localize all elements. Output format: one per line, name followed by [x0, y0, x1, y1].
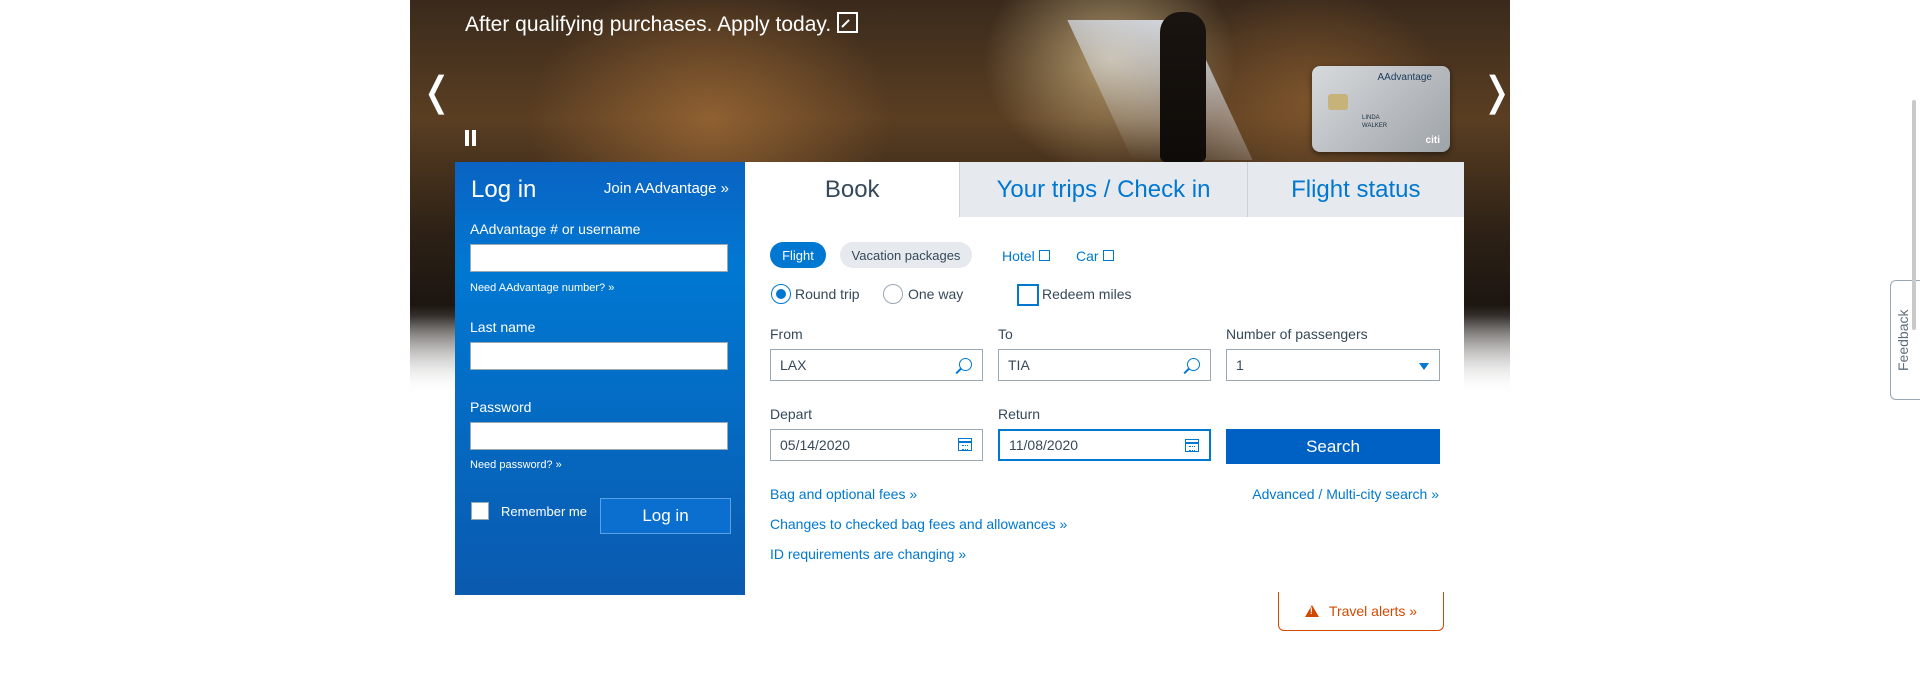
car-link[interactable]: Car — [1076, 248, 1114, 264]
depart-input[interactable]: 05/14/2020 — [770, 429, 983, 461]
carousel-next-button[interactable]: ❭ — [1480, 72, 1514, 112]
credit-card-image: AAdvantage LINDA WALKER citi — [1312, 66, 1450, 152]
calendar-icon[interactable] — [958, 438, 972, 451]
id-requirements-link[interactable]: ID requirements are changing » — [770, 546, 966, 562]
passengers-label: Number of passengers — [1226, 326, 1368, 342]
password-input[interactable] — [470, 422, 728, 450]
username-label: AAdvantage # or username — [470, 221, 641, 237]
card-holder: LINDA WALKER — [1362, 114, 1387, 130]
calendar-icon[interactable] — [1185, 439, 1199, 452]
card-issuer-logo: citi — [1425, 135, 1440, 146]
tab-your-trips[interactable]: Your trips / Check in — [959, 162, 1247, 217]
return-value: 11/08/2020 — [1009, 437, 1079, 453]
external-link-icon — [1038, 250, 1050, 261]
one-way-label: One way — [908, 286, 964, 302]
booking-panel: Book Your trips / Check in Flight status… — [745, 162, 1464, 595]
carousel-pause-icon[interactable] — [465, 130, 477, 146]
round-trip-radio[interactable] — [771, 284, 791, 304]
card-holder-first: LINDA — [1362, 115, 1380, 121]
flight-pill[interactable]: Flight — [770, 242, 826, 268]
scrollbar[interactable] — [1912, 100, 1916, 330]
travel-alerts-button[interactable]: Travel alerts » — [1278, 592, 1444, 631]
remember-me-checkbox[interactable] — [471, 502, 489, 520]
login-button[interactable]: Log in — [600, 498, 731, 534]
hotel-link[interactable]: Hotel — [1002, 248, 1050, 264]
username-input[interactable] — [470, 244, 728, 272]
to-label: To — [998, 326, 1013, 342]
card-brand: AAdvantage — [1377, 72, 1433, 83]
passengers-value: 1 — [1236, 357, 1244, 373]
login-panel: Log in Join AAdvantage » AAdvantage # or… — [455, 162, 745, 595]
return-label: Return — [998, 406, 1041, 422]
card-chip — [1328, 94, 1348, 110]
to-value: TIA — [1008, 357, 1030, 373]
search-icon[interactable] — [959, 358, 972, 371]
chevron-down-icon — [1419, 363, 1429, 370]
passengers-select[interactable]: 1 — [1226, 349, 1440, 381]
external-link-icon — [837, 12, 859, 33]
join-aadvantage-link[interactable]: Join AAdvantage » — [604, 180, 729, 197]
booking-tabs: Book Your trips / Check in Flight status — [745, 162, 1464, 217]
need-password-link[interactable]: Need password? » — [470, 459, 562, 471]
tab-flight-status[interactable]: Flight status — [1246, 162, 1464, 217]
lastname-label: Last name — [470, 319, 536, 335]
hotel-link-label: Hotel — [1002, 248, 1035, 264]
bag-changes-link[interactable]: Changes to checked bag fees and allowanc… — [770, 516, 1067, 532]
carousel-prev-button[interactable]: ❬ — [420, 72, 454, 112]
depart-value: 05/14/2020 — [780, 437, 851, 453]
remember-me-label: Remember me — [501, 504, 587, 519]
hero-caption-text: After qualifying purchases. Apply today. — [465, 13, 832, 36]
travel-alerts-label: Travel alerts » — [1328, 603, 1418, 619]
vacation-packages-pill[interactable]: Vacation packages — [840, 242, 972, 268]
card-holder-last: WALKER — [1362, 123, 1388, 129]
to-input[interactable]: TIA — [998, 349, 1211, 381]
search-icon[interactable] — [1187, 358, 1200, 371]
hero-person-silhouette — [1160, 12, 1206, 162]
depart-label: Depart — [770, 406, 813, 422]
redeem-miles-label: Redeem miles — [1042, 286, 1132, 302]
advanced-search-link[interactable]: Advanced / Multi-city search » — [1252, 486, 1439, 502]
return-input[interactable]: 11/08/2020 — [998, 429, 1211, 461]
tab-book[interactable]: Book — [745, 162, 960, 217]
lastname-input[interactable] — [470, 342, 728, 370]
from-value: LAX — [780, 357, 807, 373]
car-link-label: Car — [1076, 248, 1099, 264]
external-link-icon — [1102, 250, 1114, 261]
need-number-link[interactable]: Need AAdvantage number? » — [470, 282, 614, 294]
search-button[interactable]: Search — [1226, 429, 1440, 464]
password-label: Password — [470, 399, 532, 415]
login-title: Log in — [471, 176, 537, 203]
hero-caption-link[interactable]: After qualifying purchases. Apply today. — [465, 12, 859, 37]
warning-icon — [1304, 605, 1319, 617]
round-trip-label: Round trip — [795, 286, 860, 302]
redeem-miles-checkbox[interactable] — [1017, 284, 1039, 306]
from-input[interactable]: LAX — [770, 349, 983, 381]
feedback-label: Feedback — [1895, 309, 1911, 371]
one-way-radio[interactable] — [883, 284, 903, 304]
bag-fees-link[interactable]: Bag and optional fees » — [770, 486, 917, 502]
from-label: From — [770, 326, 803, 342]
